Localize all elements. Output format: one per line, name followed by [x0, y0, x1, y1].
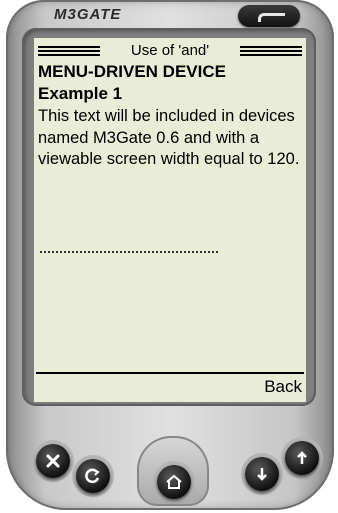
- dotted-separator: [40, 251, 218, 253]
- home-button[interactable]: [157, 465, 191, 499]
- home-icon: [166, 474, 182, 489]
- heading: MENU-DRIVEN DEVICE: [38, 62, 226, 81]
- power-icon: [258, 13, 285, 22]
- title-decoration-right: [240, 46, 302, 56]
- page-title: Use of 'and': [130, 42, 210, 59]
- arrow-down-icon: [257, 468, 267, 481]
- title-bar: Use of 'and': [34, 42, 306, 60]
- close-button[interactable]: [36, 444, 70, 478]
- subheading: Example 1: [38, 84, 123, 103]
- softkey-divider: [36, 372, 304, 374]
- device-screen: Use of 'and' MENU-DRIVEN DEVICE Example …: [34, 38, 306, 402]
- refresh-icon: [85, 468, 100, 484]
- scroll-up-button[interactable]: [285, 441, 319, 475]
- refresh-button[interactable]: [76, 459, 110, 493]
- back-softkey[interactable]: Back: [264, 377, 302, 397]
- power-button[interactable]: [238, 5, 300, 27]
- arrow-up-icon: [297, 451, 307, 464]
- brand-logo: M3GATE: [54, 6, 122, 23]
- close-icon: [46, 454, 60, 468]
- title-decoration-left: [38, 46, 100, 56]
- scroll-down-button[interactable]: [245, 457, 279, 491]
- body-text: This text will be included in devices na…: [38, 107, 300, 168]
